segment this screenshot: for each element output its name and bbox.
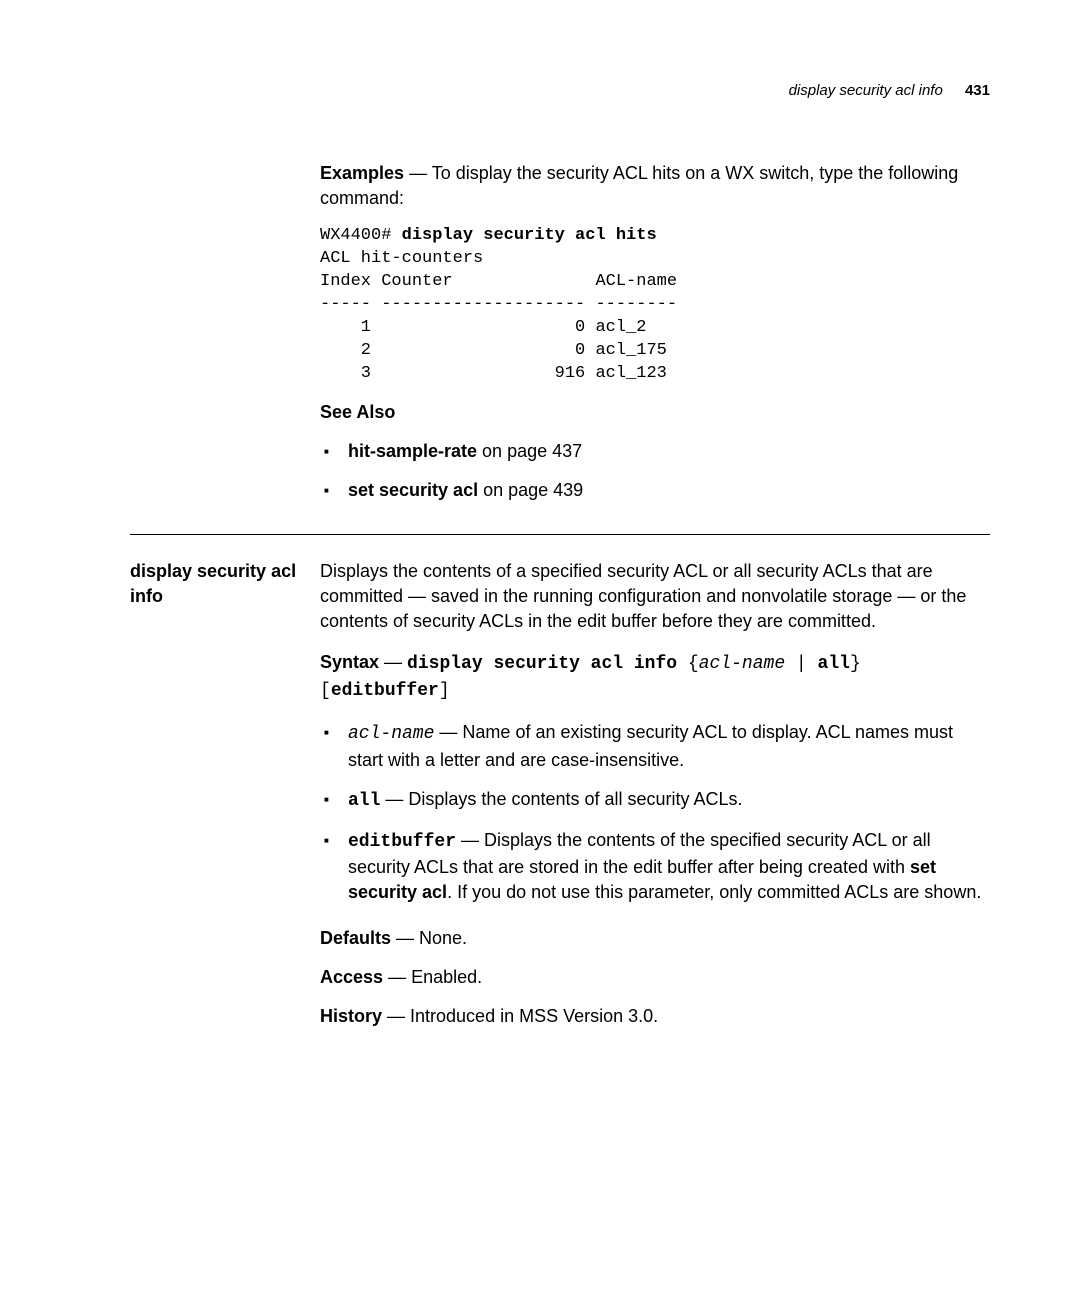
syntax-line: Syntax — display security acl info {acl-… <box>320 650 990 704</box>
access-line: Access — Enabled. <box>320 965 990 990</box>
param-code: acl-name <box>348 724 434 744</box>
param-desc-after: . If you do not use this parameter, only… <box>447 882 981 902</box>
examples-text: — To display the security ACL hits on a … <box>320 163 958 208</box>
defaults-text: — None. <box>391 928 467 948</box>
params-list: acl-name — Name of an existing security … <box>320 720 990 905</box>
param-item: all — Displays the contents of all secur… <box>320 787 990 814</box>
syntax-param: acl-name <box>699 654 785 674</box>
see-also-item: hit-sample-rate on page 437 <box>320 439 990 464</box>
param-desc: — Displays the contents of all security … <box>380 789 742 809</box>
access-label: Access <box>320 967 383 987</box>
access-text: — Enabled. <box>383 967 482 987</box>
defaults-label: Defaults <box>320 928 391 948</box>
see-also-item-bold: hit-sample-rate <box>348 441 477 461</box>
param-item: editbuffer — Displays the contents of th… <box>320 828 990 906</box>
code-prompt: WX4400# <box>320 226 402 245</box>
param-desc: — Name of an existing security ACL to di… <box>348 722 953 769</box>
syntax-editbuffer: editbuffer <box>331 681 439 701</box>
header-page-number: 431 <box>965 82 990 99</box>
syntax-open-brace: { <box>677 654 699 674</box>
section-divider <box>130 534 990 535</box>
param-item: acl-name — Name of an existing security … <box>320 720 990 772</box>
syntax-close-brace: } <box>850 654 861 674</box>
code-output: WX4400# display security acl hits ACL hi… <box>320 225 990 386</box>
code-command: display security acl hits <box>402 226 657 245</box>
syntax-editbuffer-open: [ <box>320 681 331 701</box>
defaults-line: Defaults — None. <box>320 926 990 951</box>
see-also-list: hit-sample-rate on page 437 set security… <box>320 439 990 503</box>
see-also-item-rest: on page 437 <box>477 441 582 461</box>
syntax-editbuffer-close: ] <box>439 681 450 701</box>
examples-paragraph: Examples — To display the security ACL h… <box>320 161 990 211</box>
history-text: — Introduced in MSS Version 3.0. <box>382 1006 658 1026</box>
syntax-label: Syntax <box>320 652 379 672</box>
param-code: editbuffer <box>348 832 456 852</box>
history-line: History — Introduced in MSS Version 3.0. <box>320 1004 990 1029</box>
param-code: all <box>348 791 380 811</box>
examples-label: Examples <box>320 163 404 183</box>
header-title: display security acl info <box>789 82 943 99</box>
see-also-item: set security acl on page 439 <box>320 478 990 503</box>
see-also-item-rest: on page 439 <box>478 480 583 500</box>
syntax-cmd: display security acl info <box>407 654 677 674</box>
section-label: display security acl info <box>130 559 320 609</box>
syntax-all: all <box>818 654 850 674</box>
see-also-item-bold: set security acl <box>348 480 478 500</box>
syntax-pipe: | <box>785 654 817 674</box>
see-also-heading: See Also <box>320 400 990 425</box>
page-header: display security acl info 431 <box>130 80 990 101</box>
syntax-prefix: — <box>379 652 407 672</box>
code-body: ACL hit-counters Index Counter ACL-name … <box>320 249 677 383</box>
section-intro: Displays the contents of a specified sec… <box>320 559 990 635</box>
history-label: History <box>320 1006 382 1026</box>
